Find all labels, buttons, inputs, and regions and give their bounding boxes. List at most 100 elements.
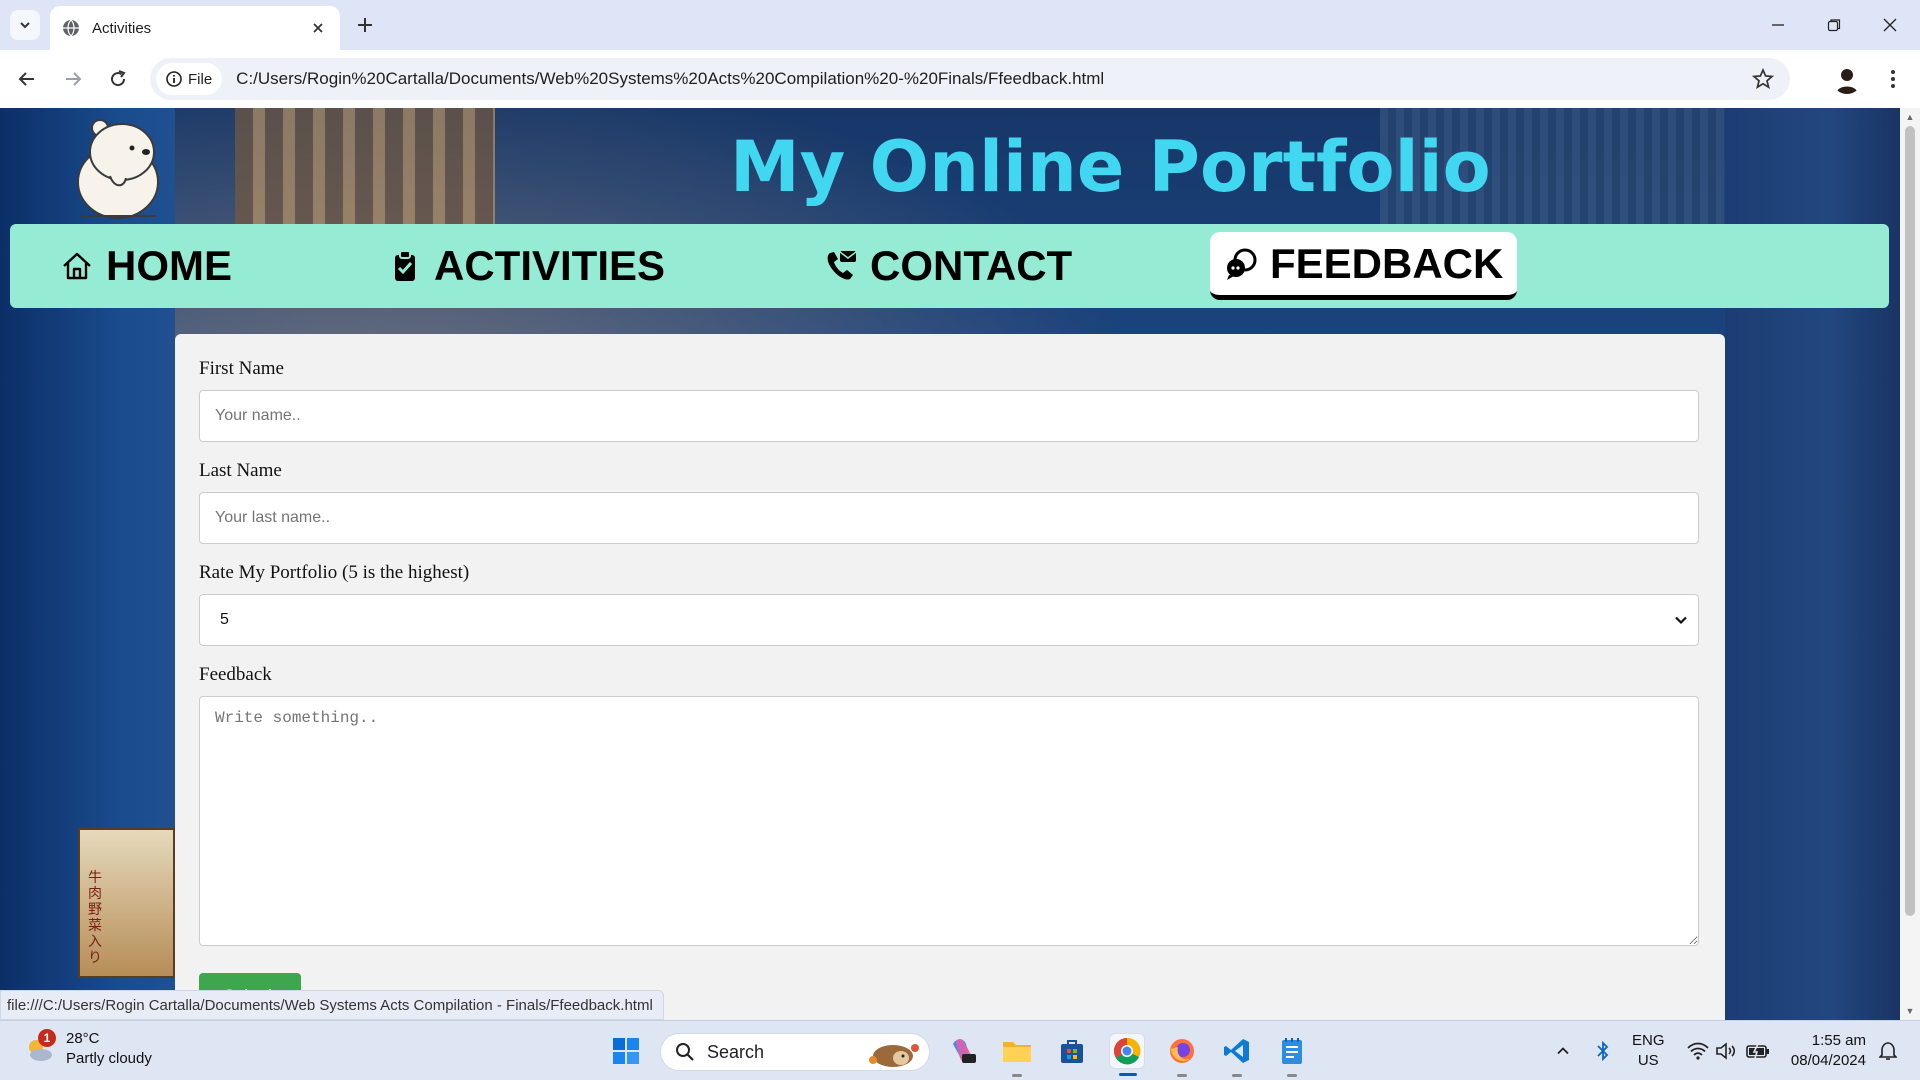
system-clock[interactable]: 1:55 am 08/04/2024 [1786, 1031, 1866, 1071]
wifi-icon [1687, 1042, 1709, 1060]
notepad-app[interactable] [1274, 1033, 1310, 1077]
rating-select[interactable]: 5 [199, 594, 1699, 646]
notifications-button[interactable] [1876, 1039, 1900, 1063]
page-scrollbar[interactable]: ▲ ▼ [1900, 108, 1920, 1020]
chrome-app[interactable] [1109, 1033, 1145, 1076]
battery-charging-icon [1746, 1043, 1769, 1059]
minimize-icon [1772, 24, 1784, 26]
last-name-label: Last Name [199, 460, 282, 481]
poster-text: 牛肉野菜入り [88, 870, 102, 966]
bluetooth-tray[interactable] [1592, 1039, 1614, 1063]
back-button[interactable] [12, 64, 42, 94]
feedback-label: Feedback [199, 664, 272, 685]
nav-feedback[interactable]: FEEDBACK [1210, 232, 1518, 300]
background-poster: 牛肉野菜入り [78, 828, 175, 978]
profile-avatar[interactable] [1832, 64, 1862, 94]
running-indicator [1287, 1074, 1297, 1077]
site-title: My Online Portfolio [730, 126, 1491, 208]
background-window-blinds [235, 108, 495, 228]
copilot-app[interactable] [945, 1033, 981, 1069]
weather-description: Partly cloudy [66, 1050, 152, 1067]
running-indicator [1232, 1074, 1242, 1077]
windows-logo-icon [613, 1038, 639, 1064]
bookmark-star-icon[interactable] [1752, 68, 1774, 90]
tab-search-button[interactable] [10, 10, 40, 40]
forward-button[interactable] [58, 64, 88, 94]
battery-tray[interactable] [1744, 1039, 1772, 1063]
reload-button[interactable] [103, 64, 133, 94]
main-navbar: HOME ACTIVITIES CONTACT FEEDBACK [10, 224, 1889, 308]
chevron-down-icon [1675, 616, 1687, 625]
nav-contact[interactable]: CONTACT [810, 236, 1086, 296]
speaker-icon [1716, 1042, 1736, 1060]
taskbar-search[interactable]: Search [660, 1033, 930, 1071]
firefox-icon [1170, 1039, 1194, 1063]
reload-icon [111, 70, 126, 87]
copilot-icon [953, 1039, 976, 1063]
plus-icon [358, 18, 372, 32]
volume-tray[interactable] [1714, 1039, 1738, 1063]
partly-cloudy-icon: 1 [24, 1029, 56, 1065]
clock-time: 1:55 am [1811, 1032, 1866, 1049]
vscode-app[interactable] [1219, 1033, 1255, 1077]
restore-button[interactable] [1814, 10, 1854, 40]
close-icon [1883, 18, 1897, 32]
nav-home[interactable]: HOME [46, 236, 246, 296]
bluetooth-icon [1597, 1041, 1609, 1061]
chrome-icon [1113, 1037, 1141, 1065]
vscode-icon [1224, 1039, 1249, 1063]
wifi-tray[interactable] [1686, 1039, 1710, 1063]
scroll-up-icon[interactable]: ▲ [1905, 112, 1915, 122]
active-indicator [1119, 1073, 1137, 1076]
home-icon [63, 252, 91, 280]
chevron-down-icon [20, 22, 30, 29]
scrollbar-thumb[interactable] [1905, 126, 1915, 916]
notification-bell-icon [1879, 1042, 1897, 1060]
address-bar[interactable]: File C:/Users/Rogin%20Cartalla/Documents… [150, 58, 1790, 100]
microsoft-store-app[interactable] [1054, 1033, 1090, 1069]
clipboard-check-icon [395, 250, 415, 281]
minimize-button[interactable] [1758, 10, 1798, 40]
hedgehog-highlight-icon [869, 1044, 919, 1067]
feedback-form: First Name Last Name Rate My Portfolio (… [175, 334, 1725, 1020]
windows-taskbar: 1 28°C Partly cloudy Search ENG US 1:55 … [0, 1020, 1920, 1080]
info-icon [166, 71, 182, 87]
browser-tab-activities[interactable]: Activities [50, 6, 340, 50]
polar-bear-logo [77, 119, 159, 219]
globe-icon [63, 19, 79, 37]
person-icon [1836, 69, 1858, 94]
language-code: ENG [1632, 1032, 1665, 1049]
site-info-label: File [188, 70, 213, 88]
browser-menu-button[interactable] [1882, 64, 1904, 94]
language-indicator[interactable]: ENG US [1632, 1031, 1665, 1071]
keyboard-region: US [1637, 1052, 1659, 1069]
site-info-chip[interactable]: File [156, 63, 223, 95]
weather-widget[interactable]: 1 28°C Partly cloudy [24, 1029, 152, 1069]
new-tab-button[interactable] [352, 12, 378, 38]
browser-toolbar: File C:/Users/Rogin%20Cartalla/Documents… [0, 50, 1920, 108]
feedback-textarea[interactable] [199, 696, 1699, 946]
more-vertical-icon [1891, 70, 1895, 88]
close-window-button[interactable] [1870, 10, 1910, 40]
rating-label: Rate My Portfolio (5 is the highest) [199, 562, 470, 583]
page-viewport: 牛肉野菜入り My Online Portfolio HOME ACTIVITI… [0, 108, 1900, 1020]
running-indicator [1012, 1074, 1022, 1077]
file-explorer-app[interactable] [999, 1033, 1035, 1077]
rating-selected-value: 5 [220, 611, 229, 628]
store-bag-icon [1061, 1040, 1083, 1063]
nav-activities-label: ACTIVITIES [434, 242, 666, 289]
tab-close-icon[interactable] [308, 18, 328, 38]
firefox-app[interactable] [1164, 1033, 1200, 1077]
nav-home-label: HOME [106, 242, 232, 289]
feedback-chat-icon [1227, 248, 1257, 280]
clock-date: 08/04/2024 [1790, 1052, 1866, 1069]
last-name-input[interactable] [199, 492, 1699, 544]
url-text[interactable]: C:/Users/Rogin%20Cartalla/Documents/Web%… [236, 69, 1104, 89]
nav-activities[interactable]: ACTIVITIES [374, 236, 679, 296]
weather-temperature: 28°C [66, 1030, 100, 1047]
start-button[interactable] [608, 1033, 644, 1069]
nav-feedback-label: FEEDBACK [1270, 239, 1504, 287]
scroll-down-icon[interactable]: ▼ [1905, 1006, 1915, 1016]
show-hidden-icons-button[interactable] [1552, 1039, 1574, 1063]
first-name-input[interactable] [199, 390, 1699, 442]
